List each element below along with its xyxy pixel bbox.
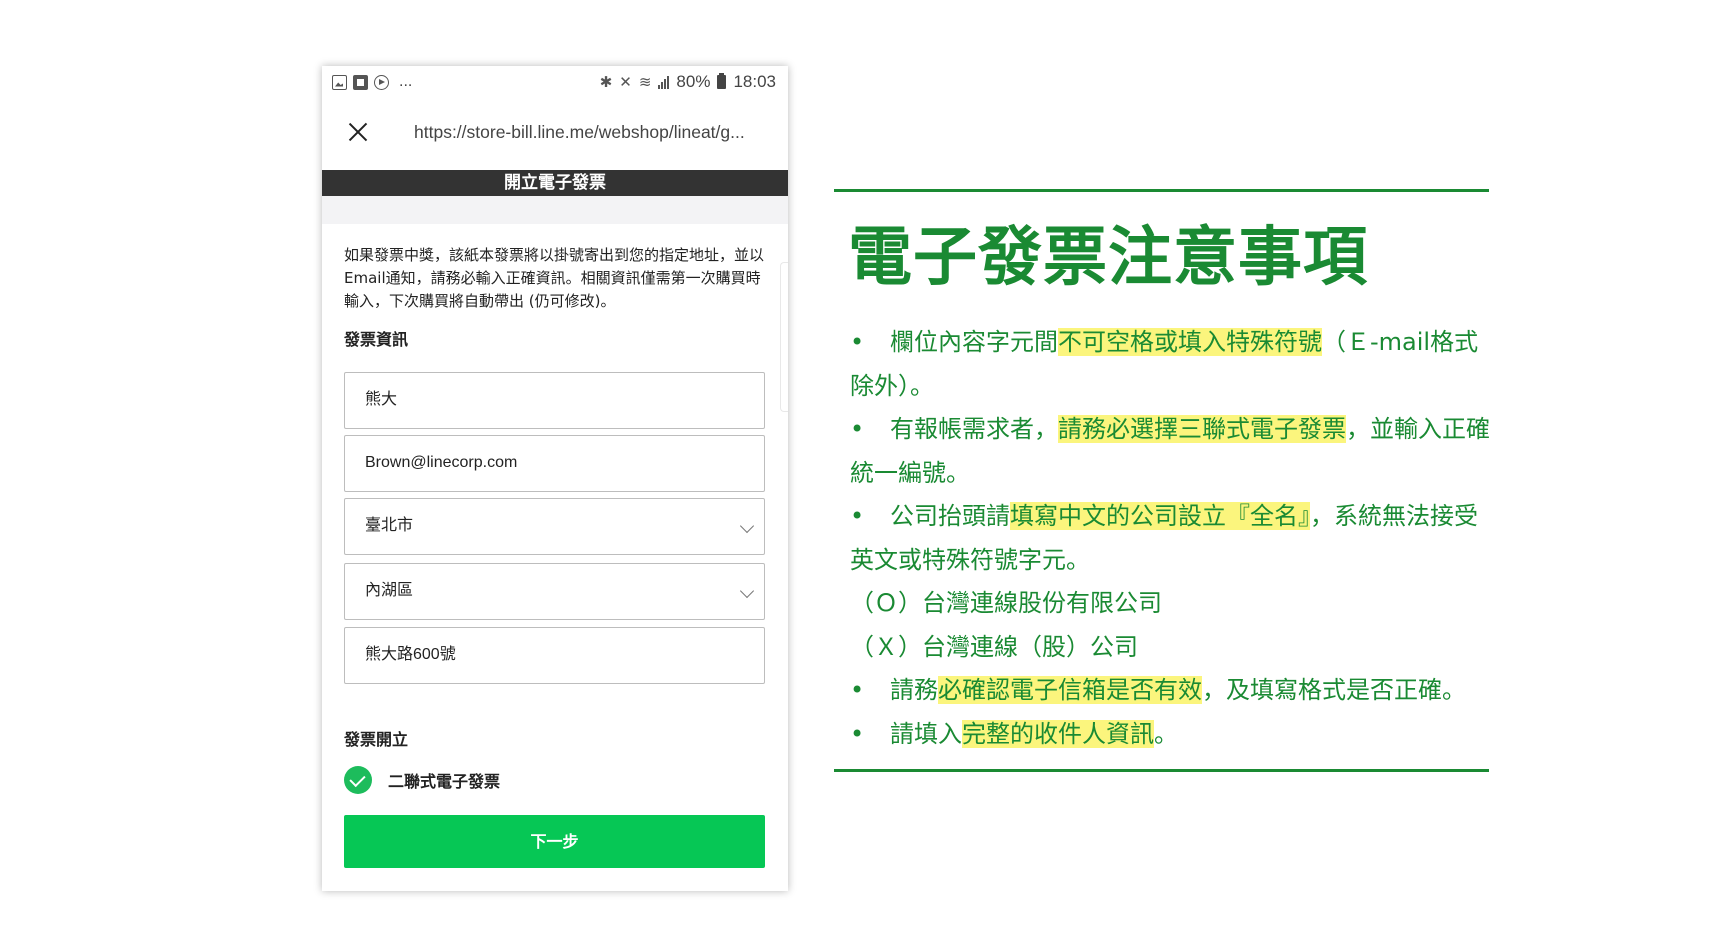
note-highlight: 完整的收件人資訊	[962, 719, 1154, 748]
note-text: ，系統無法接受	[1310, 502, 1478, 530]
note-text: 請填入	[890, 719, 962, 748]
status-bar-right: ✱ ✕ ≋ 80% 18:03	[600, 72, 776, 92]
email-field[interactable]: Brown@linecorp.com	[344, 435, 765, 492]
check-icon[interactable]	[344, 766, 372, 794]
invoice-issue-title: 發票開立	[344, 730, 409, 749]
flipboard-icon	[353, 74, 368, 90]
url-text[interactable]: https://store-bill.line.me/webshop/linea…	[414, 122, 780, 143]
city-select[interactable]: 臺北市	[344, 498, 765, 555]
note-text: 。	[1154, 719, 1178, 748]
browser-url-bar: https://store-bill.line.me/webshop/linea…	[322, 98, 788, 168]
top-divider	[834, 189, 1489, 192]
note-highlight: 不可空格或填入特殊符號	[1058, 328, 1322, 356]
note-continuation: 除外）。	[850, 371, 934, 400]
note-example-wrong: （Ｘ）台灣連線（股）公司	[850, 632, 1138, 661]
status-bar: ... ✱ ✕ ≋ 80% 18:03	[322, 66, 788, 98]
battery-icon	[717, 73, 727, 89]
bluetooth-icon: ✱	[599, 74, 613, 91]
note-continuation: 統一編號。	[850, 458, 970, 487]
bullet: •	[850, 415, 865, 443]
play-icon	[374, 74, 389, 90]
signal-icon	[658, 75, 670, 89]
note-text: 請務	[890, 676, 938, 704]
note-text: （Ｅ-mail格式	[1322, 328, 1479, 356]
note-highlight: 請務必選擇三聯式電子發票	[1058, 415, 1346, 443]
note-text: 有報帳需求者，	[890, 415, 1058, 443]
note-highlight: 必確認電子信箱是否有效	[938, 676, 1202, 704]
city-value: 臺北市	[365, 517, 414, 534]
battery-percent: 80%	[676, 72, 711, 91]
note-item: • 有報帳需求者，請務必選擇三聯式電子發票，並輸入正確	[850, 408, 1500, 452]
bottom-divider	[834, 769, 1489, 772]
bullet: •	[850, 719, 865, 748]
invoice-info-title: 發票資訊	[344, 330, 409, 349]
header-divider	[322, 196, 788, 224]
chevron-down-icon	[739, 518, 755, 534]
note-item: • 欄位內容字元間不可空格或填入特殊符號（Ｅ-mail格式	[850, 321, 1500, 365]
district-select[interactable]: 內湖區	[344, 563, 765, 620]
invoice-type-label: 二聯式電子發票	[388, 772, 501, 791]
image-icon	[332, 74, 347, 90]
prize-notice: 如果發票中獎，該紙本發票將以掛號寄出到您的指定地址，並以Email通知，請務必輸…	[344, 246, 765, 310]
next-button[interactable]: 下一步	[344, 815, 765, 868]
notes-list: • 欄位內容字元間不可空格或填入特殊符號（Ｅ-mail格式 除外）。 • 有報帳需求…	[850, 321, 1500, 756]
bullet: •	[850, 328, 865, 356]
page-title: 開立電子發票	[322, 170, 788, 196]
status-bar-left: ...	[332, 73, 412, 91]
more-notifications: ...	[399, 73, 413, 90]
name-field[interactable]: 熊大	[344, 372, 765, 429]
note-item: • 請務必確認電子信箱是否有效，及填寫格式是否正確。	[850, 669, 1500, 713]
district-value: 內湖區	[365, 582, 414, 599]
note-text: 公司抬頭請	[890, 502, 1010, 530]
note-continuation: 英文或特殊符號字元。	[850, 545, 1090, 574]
note-item: • 請填入完整的收件人資訊。	[850, 713, 1500, 757]
bullet: •	[850, 676, 865, 704]
note-example-correct: （Ｏ）台灣連線股份有限公司	[850, 589, 1162, 617]
bullet: •	[850, 502, 865, 530]
chevron-down-icon	[739, 583, 755, 599]
notes-heading: 電子發票注意事項	[848, 221, 1368, 295]
mute-icon: ✕	[619, 74, 632, 91]
note-item: • 公司抬頭請填寫中文的公司設立『全名』，系統無法接受	[850, 495, 1500, 539]
wifi-icon: ≋	[638, 74, 652, 91]
invoice-type-option[interactable]: 二聯式電子發票	[344, 766, 500, 794]
note-text: ，並輸入正確	[1346, 415, 1490, 443]
clock: 18:03	[733, 72, 776, 91]
scrollbar-hint	[780, 262, 788, 412]
note-highlight: 填寫中文的公司設立『全名』	[1010, 502, 1310, 530]
address-field[interactable]: 熊大路600號	[344, 627, 765, 684]
note-text: 欄位內容字元間	[890, 328, 1058, 356]
note-text: ，及填寫格式是否正確。	[1202, 676, 1466, 704]
phone-screenshot: ... ✱ ✕ ≋ 80% 18:03 https://store-bill.l…	[322, 66, 788, 891]
close-icon[interactable]	[344, 118, 372, 146]
